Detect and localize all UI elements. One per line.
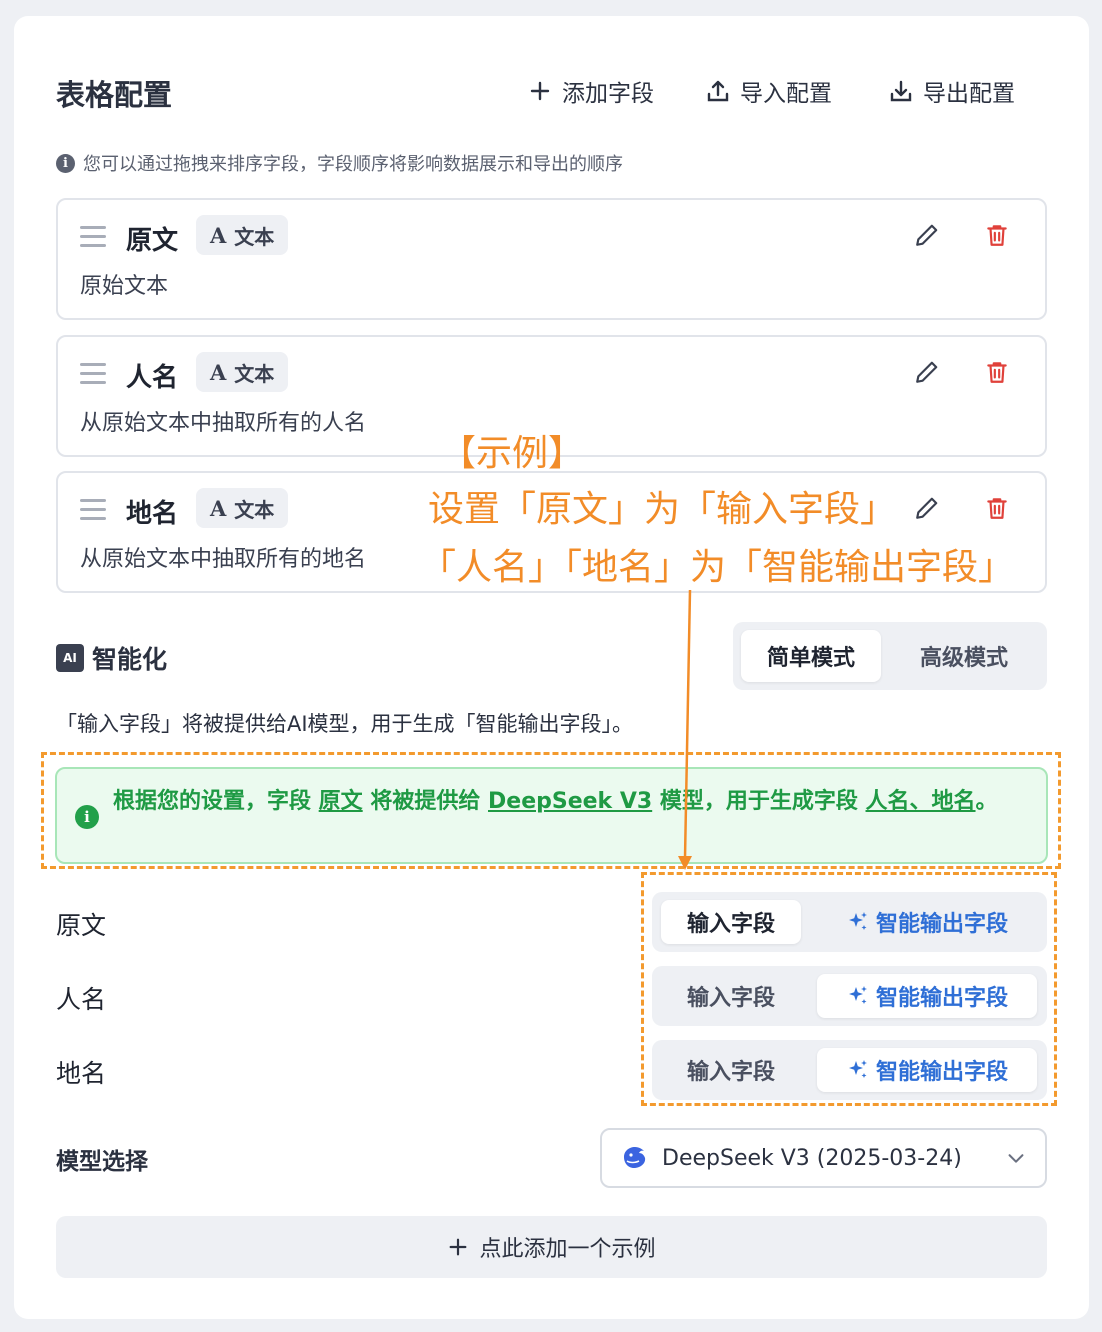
annotation-arrow	[678, 589, 692, 870]
